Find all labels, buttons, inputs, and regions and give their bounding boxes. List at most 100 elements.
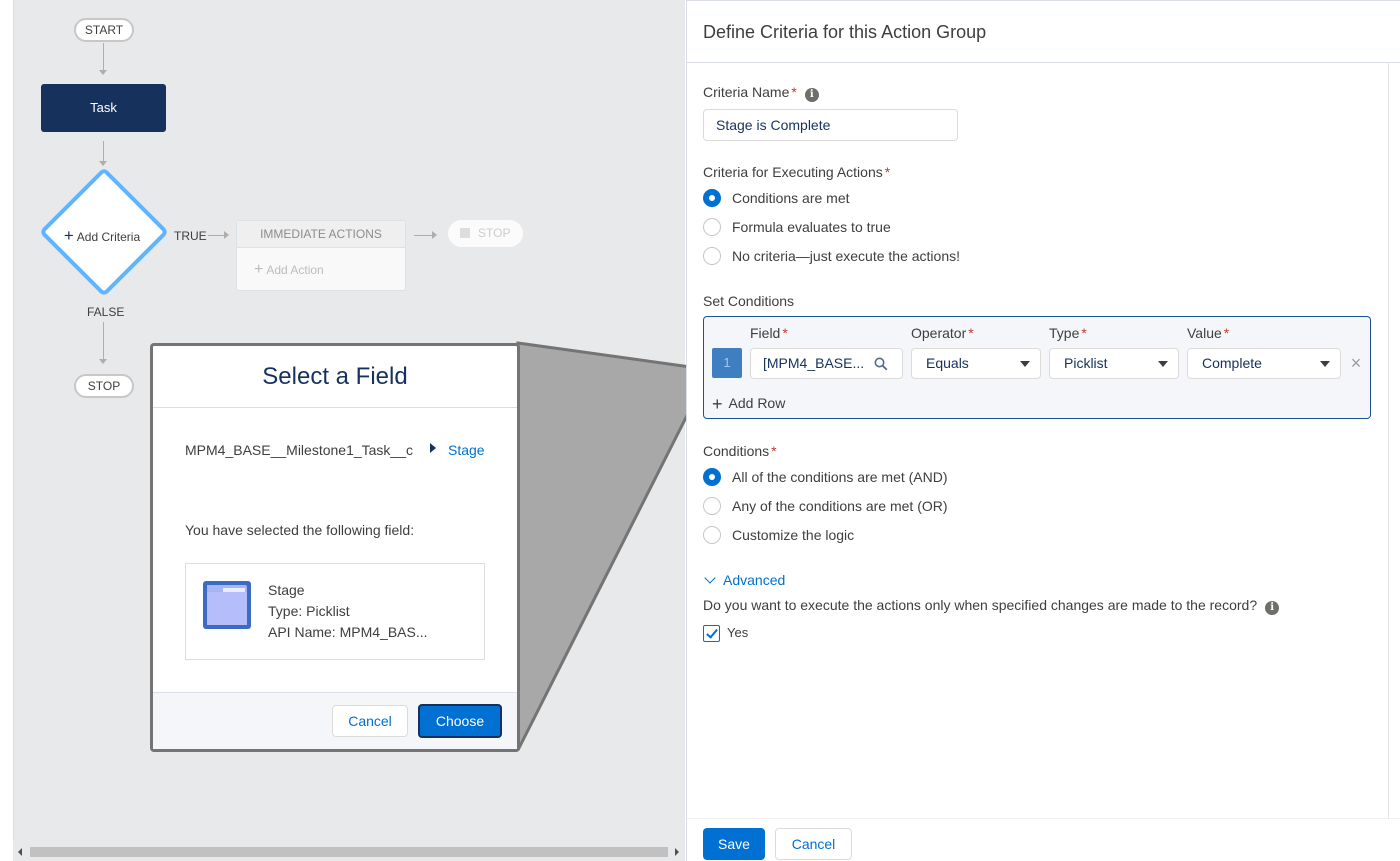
- choose-button[interactable]: Choose: [418, 704, 502, 738]
- required-asterisk: *: [1081, 325, 1087, 341]
- field-lookup-input[interactable]: [MPM4_BASE...: [750, 348, 903, 379]
- radio-label: Customize the logic: [732, 527, 855, 543]
- criteria-name-input[interactable]: Stage is Complete: [703, 109, 958, 141]
- modal-title: Select a Field: [153, 346, 517, 408]
- operator-column-label: Operator *: [911, 325, 974, 341]
- radio-label: Formula evaluates to true: [732, 219, 891, 235]
- save-button[interactable]: Save: [703, 828, 765, 860]
- chevron-down-icon: [1020, 361, 1030, 367]
- operator-column-text: Operator: [911, 325, 967, 341]
- caret-right-icon: [430, 443, 436, 453]
- connector-arrow: [99, 70, 107, 75]
- info-icon[interactable]: i: [804, 88, 819, 102]
- connector-arrow: [432, 231, 437, 239]
- yes-label: Yes: [727, 625, 749, 640]
- add-row-label: Add Row: [728, 395, 786, 411]
- outer-left-strip: [0, 0, 13, 861]
- panel-footer: Save Cancel: [687, 818, 1400, 861]
- criteria-name-label-text: Criteria Name: [703, 84, 790, 100]
- field-name: Stage: [268, 582, 305, 598]
- modal-cancel-button[interactable]: Cancel: [332, 705, 408, 737]
- radio-selected-icon[interactable]: [703, 189, 721, 207]
- radio-formula[interactable]: Formula evaluates to true: [703, 217, 891, 237]
- radio-no-criteria[interactable]: No criteria—just execute the actions!: [703, 246, 960, 266]
- connector-arrow: [224, 231, 229, 239]
- search-icon[interactable]: [874, 357, 888, 371]
- scrollbar-thumb[interactable]: [30, 847, 668, 857]
- radio-customize-logic[interactable]: Customize the logic: [703, 525, 854, 545]
- required-asterisk: *: [771, 443, 777, 459]
- connector-line: [103, 43, 104, 71]
- field-info: Stage Type: Picklist API Name: MPM4_BAS.…: [268, 580, 428, 643]
- radio-label: No criteria—just execute the actions!: [732, 248, 960, 264]
- operator-select[interactable]: Equals: [911, 348, 1041, 379]
- advanced-question-text: Do you want to execute the actions only …: [703, 597, 1258, 613]
- radio-icon[interactable]: [703, 526, 721, 544]
- immediate-actions-header: IMMEDIATE ACTIONS: [237, 221, 405, 248]
- radio-label: All of the conditions are met (AND): [732, 469, 948, 485]
- type-column-label: Type *: [1049, 325, 1087, 341]
- radio-all-conditions[interactable]: All of the conditions are met (AND): [703, 467, 948, 487]
- selected-field-card: Stage Type: Picklist API Name: MPM4_BAS.…: [185, 563, 485, 660]
- selected-field-intro: You have selected the following field:: [185, 522, 415, 538]
- field-lookup-value: [MPM4_BASE...: [763, 355, 865, 371]
- select-field-modal: Select a Field MPM4_BASE__Milestone1_Tas…: [150, 343, 520, 752]
- radio-label: Any of the conditions are met (OR): [732, 498, 948, 514]
- radio-icon[interactable]: [703, 247, 721, 265]
- field-column-label: Field *: [750, 325, 788, 341]
- close-icon[interactable]: ×: [1349, 351, 1363, 375]
- chevron-down-icon: [1320, 361, 1330, 367]
- conditions-label: Conditions *: [703, 443, 777, 459]
- modal-footer: Cancel Choose: [153, 692, 517, 749]
- advanced-toggle[interactable]: Advanced: [703, 572, 785, 588]
- immediate-actions-box: IMMEDIATE ACTIONS + Add Action: [236, 220, 406, 291]
- field-path-object[interactable]: MPM4_BASE__Milestone1_Task__c: [185, 442, 413, 458]
- value-column-label: Value *: [1187, 325, 1229, 341]
- info-icon[interactable]: i: [1265, 601, 1280, 615]
- radio-any-condition[interactable]: Any of the conditions are met (OR): [703, 496, 948, 516]
- chevron-down-icon: [1158, 361, 1168, 367]
- radio-selected-icon[interactable]: [703, 468, 721, 486]
- type-column-text: Type: [1049, 325, 1080, 341]
- required-asterisk: *: [1223, 325, 1230, 341]
- value-select[interactable]: Complete: [1187, 348, 1341, 379]
- horizontal-scrollbar[interactable]: [13, 841, 685, 861]
- task-node[interactable]: Task: [41, 84, 166, 132]
- radio-conditions-met[interactable]: Conditions are met: [703, 188, 850, 208]
- add-row-button[interactable]: + Add Row: [712, 394, 785, 415]
- add-criteria-label: Add Criteria: [76, 230, 141, 244]
- yes-checkbox[interactable]: [703, 625, 720, 642]
- executing-label: Criteria for Executing Actions *: [703, 164, 890, 180]
- criteria-panel: Define Criteria for this Action Group Cr…: [686, 0, 1400, 861]
- cancel-button[interactable]: Cancel: [775, 828, 852, 860]
- connector-line: [103, 141, 104, 162]
- add-criteria-button[interactable]: + Add Criteria: [52, 226, 152, 246]
- value-value: Complete: [1202, 355, 1262, 371]
- add-action-button[interactable]: + Add Action: [237, 248, 405, 279]
- type-select[interactable]: Picklist: [1049, 348, 1179, 379]
- field-path-stage[interactable]: Stage: [448, 442, 485, 458]
- type-value: Picklist: [1064, 355, 1108, 371]
- chevron-down-icon: [704, 572, 716, 584]
- operator-value: Equals: [926, 355, 969, 371]
- plus-icon: +: [254, 261, 264, 278]
- scroll-right-arrow-icon[interactable]: [675, 848, 679, 856]
- stop-node-bottom: STOP: [74, 374, 134, 398]
- value-column-text: Value: [1187, 325, 1222, 341]
- panel-scroll-edge: [1388, 63, 1389, 818]
- radio-icon[interactable]: [703, 497, 721, 515]
- false-label: FALSE: [87, 305, 125, 319]
- row-number-badge: 1: [712, 348, 742, 378]
- field-type: Type: Picklist: [268, 603, 350, 619]
- scroll-left-arrow-icon[interactable]: [18, 848, 22, 856]
- radio-icon[interactable]: [703, 218, 721, 236]
- field-column-text: Field: [750, 325, 781, 341]
- start-node: START: [74, 18, 134, 42]
- connector-line: [414, 235, 432, 236]
- field-api-name: API Name: MPM4_BAS...: [268, 624, 428, 640]
- advanced-label: Advanced: [723, 572, 786, 588]
- connector-arrow: [99, 161, 107, 166]
- required-asterisk: *: [968, 325, 974, 341]
- panel-title: Define Criteria for this Action Group: [687, 0, 1400, 63]
- radio-label: Conditions are met: [732, 190, 850, 206]
